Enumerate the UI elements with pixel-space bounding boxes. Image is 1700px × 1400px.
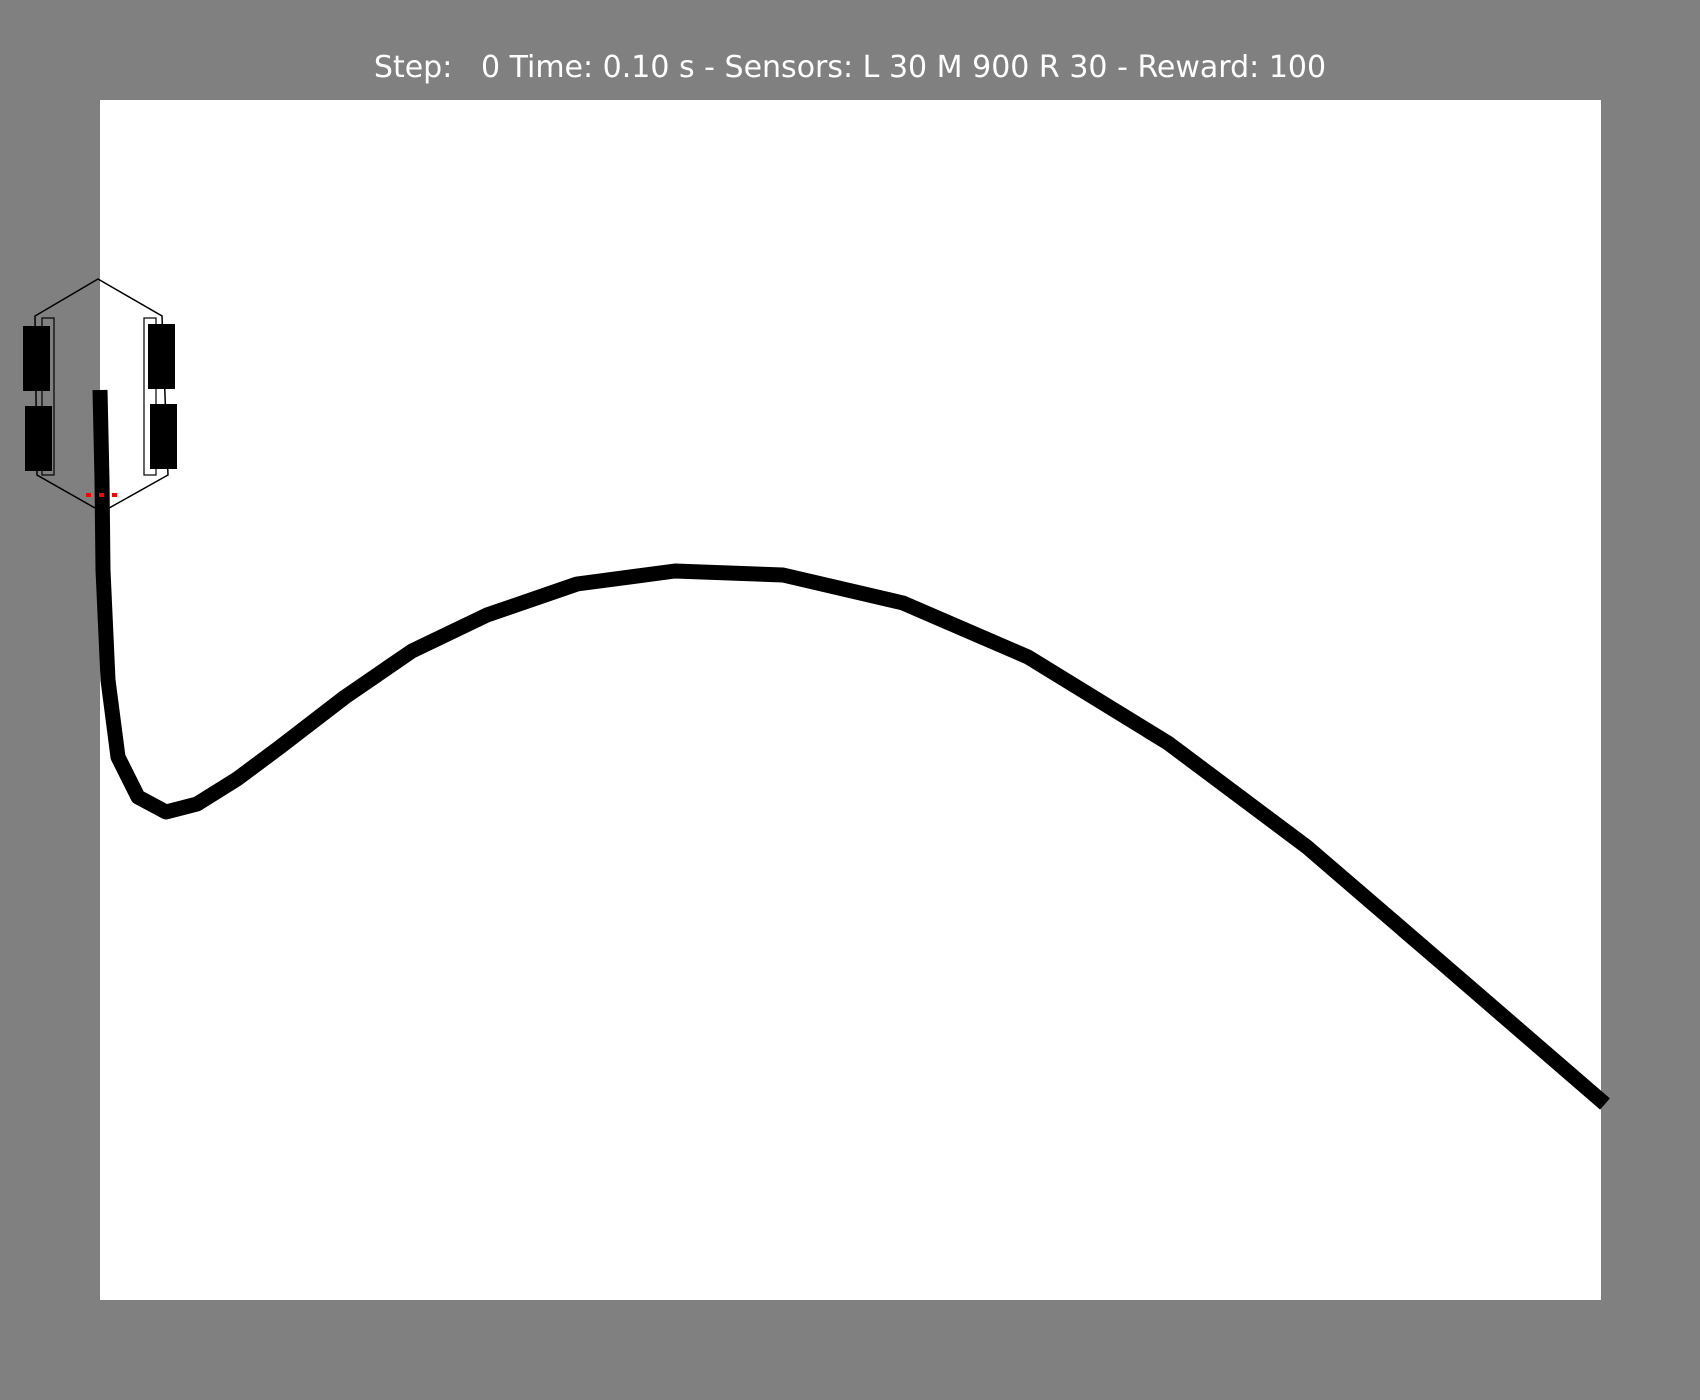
track-field (100, 100, 1601, 1300)
sensor-middle (99, 493, 104, 497)
sensor-right (112, 493, 117, 497)
front-right-wheel (148, 324, 175, 389)
sensor-left (86, 493, 91, 497)
rear-left-wheel (25, 406, 52, 471)
front-left-wheel (23, 326, 50, 391)
simulation-screen: Step: 0 Time: 0.10 s - Sensors: L 30 M 9… (0, 0, 1700, 1400)
simulation-arena (23, 100, 1610, 1300)
rear-right-wheel (150, 404, 177, 469)
